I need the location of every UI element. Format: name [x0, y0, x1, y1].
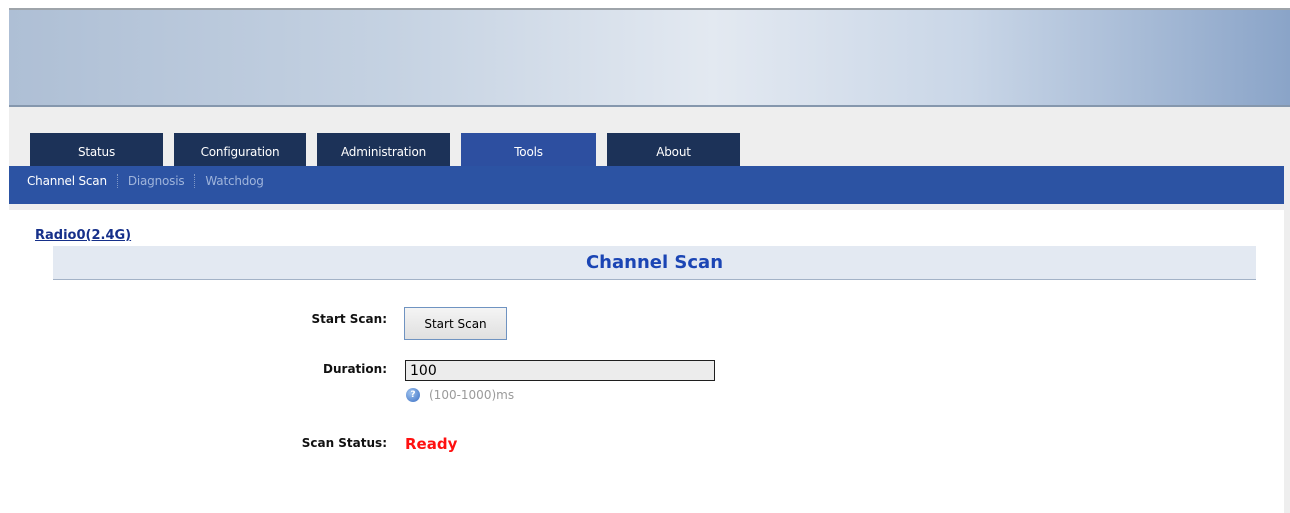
scan-status-value: Ready — [405, 435, 458, 453]
tab-administration[interactable]: Administration — [317, 133, 450, 166]
start-scan-label: Start Scan: — [311, 312, 387, 326]
tab-status[interactable]: Status — [30, 133, 163, 166]
subnav-channel-scan[interactable]: Channel Scan — [27, 174, 107, 188]
section-title: Channel Scan — [585, 252, 724, 273]
radio-link[interactable]: Radio0(2.4G) — [35, 228, 131, 243]
tab-about[interactable]: About — [607, 133, 740, 166]
duration-input[interactable] — [405, 360, 715, 381]
duration-label: Duration: — [323, 362, 387, 376]
subnav-diagnosis[interactable]: Diagnosis — [128, 174, 185, 188]
content-panel: Radio0(2.4G) Channel Scan Start Scan: Du… — [9, 210, 1284, 513]
help-icon[interactable]: ? — [406, 388, 420, 402]
tab-tools[interactable]: Tools — [461, 133, 596, 166]
duration-hint-text: (100-1000)ms — [429, 388, 515, 402]
header-banner — [9, 10, 1290, 107]
scan-status-label: Scan Status: — [301, 436, 387, 450]
sub-navigation: Channel Scan Diagnosis Watchdog — [9, 166, 1284, 204]
duration-hint: ? (100-1000)ms — [406, 388, 514, 402]
subnav-watchdog[interactable]: Watchdog — [205, 174, 264, 188]
start-scan-button[interactable]: Start Scan — [404, 307, 507, 340]
subnav-divider — [194, 174, 196, 188]
tab-configuration[interactable]: Configuration — [174, 133, 306, 166]
subnav-divider — [116, 174, 118, 188]
section-header: Channel Scan — [53, 246, 1256, 280]
